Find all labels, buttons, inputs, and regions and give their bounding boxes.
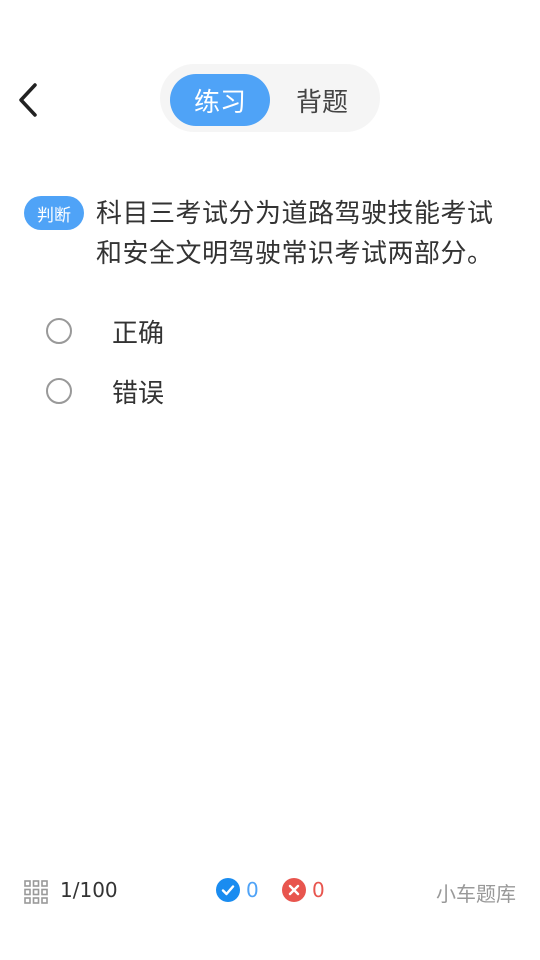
x-circle-icon (282, 878, 306, 902)
progress-counter: 1/100 (60, 878, 118, 902)
question-text: 科目三考试分为道路驾驶技能考试和安全文明驾驶常识考试两部分。 (96, 199, 494, 269)
option-label: 正确 (112, 318, 165, 349)
correct-count: 0 (246, 878, 259, 902)
tab-memorize[interactable]: 背题 (272, 74, 372, 126)
option-correct[interactable]: 正确 (40, 306, 500, 356)
wrong-count-group: 0 (282, 878, 325, 902)
mode-toggle: 练习 背题 (160, 64, 380, 132)
back-button[interactable] (8, 78, 48, 122)
tab-practice[interactable]: 练习 (170, 74, 270, 126)
question-block: 判断 科目三考试分为道路驾驶技能考试和安全文明驾驶常识考试两部分。 (24, 194, 514, 274)
option-label: 错误 (112, 378, 165, 409)
correct-count-group: 0 (216, 878, 259, 902)
check-circle-icon (216, 878, 240, 902)
option-wrong[interactable]: 错误 (40, 366, 500, 416)
chevron-left-icon (19, 83, 37, 117)
question-type-badge: 判断 (24, 196, 84, 230)
radio-icon[interactable] (46, 378, 72, 404)
grid-icon[interactable] (24, 880, 48, 904)
practice-screen: 练习 背题 判断 科目三考试分为道路驾驶技能考试和安全文明驾驶常识考试两部分。 … (0, 0, 540, 960)
wrong-count: 0 (312, 878, 325, 902)
radio-icon[interactable] (46, 318, 72, 344)
bottom-bar: 1/100 0 0 小车题库 (0, 866, 540, 918)
brand-label: 小车题库 (436, 882, 516, 906)
